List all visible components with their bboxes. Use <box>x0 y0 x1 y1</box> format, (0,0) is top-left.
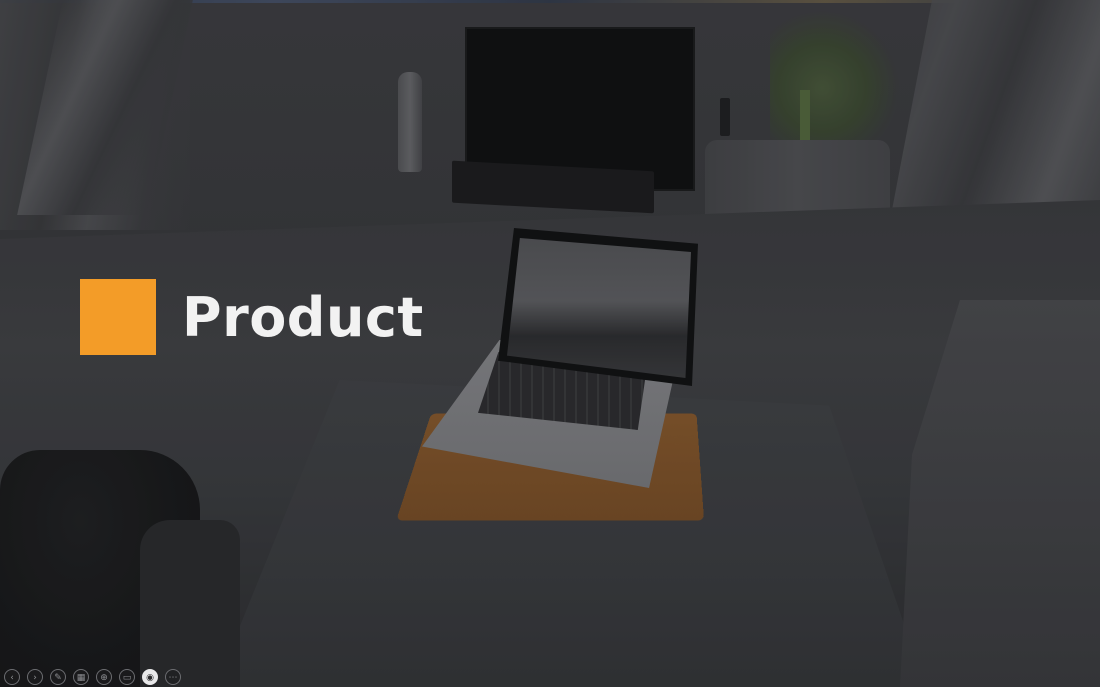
more-options-icon[interactable]: ⋯ <box>165 669 181 685</box>
slide-title: Product <box>182 285 424 349</box>
next-slide-icon[interactable]: › <box>27 669 43 685</box>
accent-square <box>80 279 156 355</box>
presentation-toolbar: ‹ › ✎ ▦ ⊕ ▭ ◉ ⋯ <box>4 669 188 685</box>
zoom-icon[interactable]: ⊕ <box>96 669 112 685</box>
subtitles-icon[interactable]: ▭ <box>119 669 135 685</box>
pen-icon[interactable]: ✎ <box>50 669 66 685</box>
slides-grid-icon[interactable]: ▦ <box>73 669 89 685</box>
previous-slide-icon[interactable]: ‹ <box>4 669 20 685</box>
slide-title-block: Product <box>80 279 424 355</box>
camera-icon[interactable]: ◉ <box>142 669 158 685</box>
presentation-slide: Product ‹ › ✎ ▦ ⊕ ▭ ◉ ⋯ <box>0 0 1100 687</box>
